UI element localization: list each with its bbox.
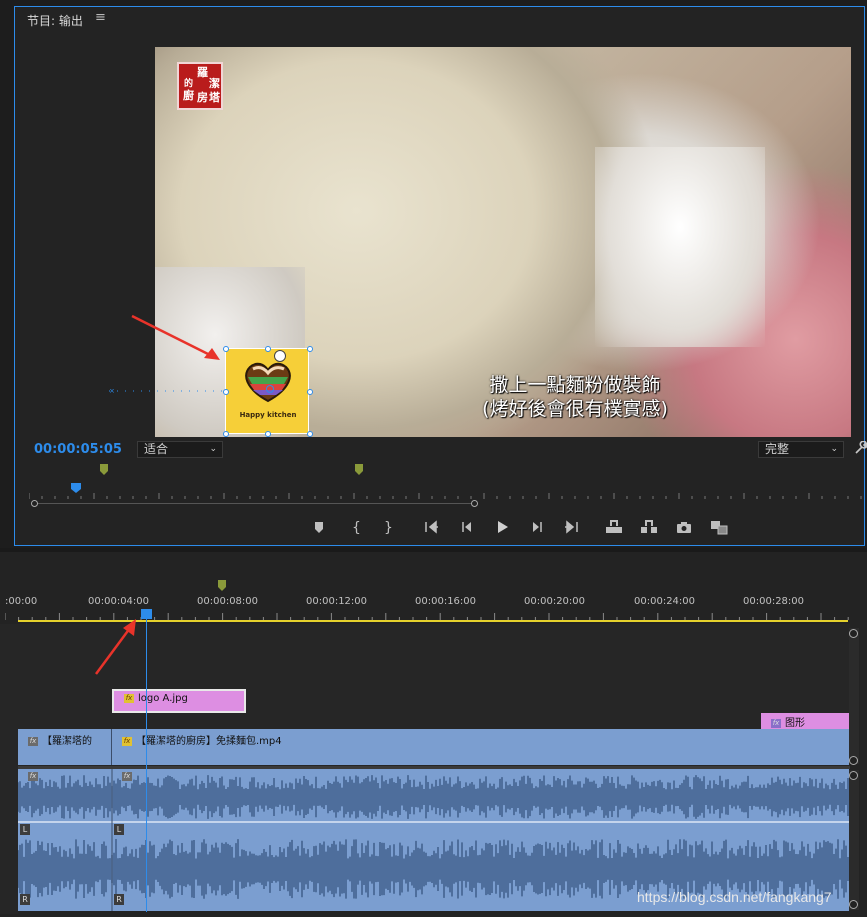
watermark-text: https://blog.csdn.net/fangkang7 [637,889,832,905]
scroll-handle[interactable] [849,756,858,765]
comparison-view-icon[interactable] [709,518,729,536]
ruler-time-label: 00:00:20:00 [524,596,586,607]
playhead-handle[interactable] [141,609,152,619]
parchment-paper-right [595,147,765,347]
subtitle-line-1: 撒上一點麵粉做裝飾 [489,374,661,396]
go-to-in-icon[interactable] [422,518,442,536]
track-v2[interactable] [0,713,850,730]
fx-badge-icon: fx [28,736,38,746]
scroll-handle[interactable] [849,900,858,909]
extract-icon[interactable] [639,518,659,536]
motion-path: × [109,389,227,393]
playback-resolution-value: 完整 [765,442,790,456]
annotation-arrow [94,619,136,675]
zoom-level-select[interactable]: 适合 ⌄ [137,441,223,458]
ruler-time-label: :00:00 [5,596,38,607]
export-frame-icon[interactable] [674,518,694,536]
marker-icon[interactable] [354,464,364,476]
clip-name: 【羅潔塔的廚房】免揉麵包.mp4 [136,736,282,747]
channel-label-right: R [20,894,30,905]
playhead-timecode[interactable]: 00:00:05:05 [34,442,122,457]
scroll-handle[interactable] [849,629,858,638]
anchor-point[interactable] [266,385,274,393]
go-to-out-icon[interactable] [561,518,581,536]
ruler-time-label: 00:00:28:00 [743,596,805,607]
chevron-down-icon: ⌄ [830,444,838,454]
playhead-line[interactable] [146,615,147,912]
clip-logo-image[interactable]: fx logo A.jpg [112,689,246,713]
transform-handle[interactable] [265,431,271,437]
transform-handle[interactable] [265,346,271,352]
panel-title[interactable]: 节目: 输出 [27,12,83,29]
channel-label-right: R [114,894,124,905]
ruler-time-label: 00:00:24:00 [634,596,696,607]
mark-out-icon[interactable]: } [377,518,397,536]
seal-char: 塔 [209,91,220,104]
channel-label-left: L [20,824,30,835]
zoom-level-value: 适合 [144,442,169,456]
scrollbar-handle-left[interactable] [31,500,38,507]
annotation-arrow [131,314,220,360]
track-header-gutter [0,624,18,914]
ruler-time-label: 00:00:08:00 [197,596,259,607]
clip-name: 图形 [785,718,805,729]
mark-in-icon[interactable]: { [345,518,365,536]
transform-handle[interactable] [223,431,229,437]
ruler-time-label: 00:00:04:00 [88,596,150,607]
fx-badge-icon: fx [771,718,781,728]
ruler-time-label: 00:00:12:00 [306,596,368,607]
clip-name: 【羅潔塔的 [42,736,92,747]
clip-video-main[interactable]: fx 【羅潔塔的廚房】免揉麵包.mp4 [112,729,849,765]
fx-badge-icon: fx [124,693,134,703]
lift-icon[interactable] [604,518,624,536]
play-icon[interactable] [492,518,512,536]
step-back-icon[interactable] [457,518,477,536]
logo-caption: Happy kitchen [239,411,297,419]
monitor-zoom-scrollbar[interactable] [31,500,478,507]
cake-heart-icon [245,362,291,403]
scrollbar-handle-right[interactable] [471,500,478,507]
transform-handle[interactable] [307,431,313,437]
scroll-handle[interactable] [849,771,858,780]
seal-char: 廚 [183,89,194,102]
add-marker-icon[interactable] [309,518,329,536]
fx-badge-icon: fx [28,772,38,781]
subtitle-line-2: (烤好後會很有樸實感) [482,398,668,420]
transform-handle[interactable] [307,389,313,395]
marker-icon[interactable] [99,464,109,476]
monitor-time-ruler[interactable] [29,477,867,501]
wrench-icon[interactable] [854,441,867,455]
seal-char: 潔 [209,77,220,90]
panel-menu-icon[interactable]: ≡ [95,10,106,25]
seal-char: 房 [197,91,208,104]
video-tracks-scrollbar[interactable] [849,628,859,764]
svg-text:×: × [109,389,115,393]
playback-resolution-select[interactable]: 完整 ⌄ [758,441,844,458]
step-forward-icon[interactable] [527,518,547,536]
rotation-handle[interactable] [274,350,286,362]
fx-badge-icon: fx [122,736,132,746]
sequence-marker-icon[interactable] [217,580,227,592]
clip-video-part1[interactable]: fx 【羅潔塔的 [18,729,112,765]
svg-text:}: } [384,520,393,536]
svg-text:{: { [352,520,361,536]
clip-graphic[interactable]: fx 图形 [761,713,849,730]
work-area-bar[interactable] [18,620,848,622]
ruler-time-label: 00:00:16:00 [415,596,477,607]
fx-badge-icon: fx [122,772,132,781]
happy-kitchen-logo-overlay[interactable]: Happy kitchen [223,346,313,437]
program-monitor-panel: 节目: 输出 ≡ 羅 潔 塔 的 廚 房 撒上一點麵粉做裝飾 (烤好後會很有樸實… [14,6,867,546]
transform-handle[interactable] [307,346,313,352]
audio-tracks-scrollbar[interactable] [849,770,859,910]
channel-label-left: L [114,824,124,835]
chevron-down-icon: ⌄ [209,444,217,454]
brand-seal-logo: 羅 潔 塔 的 廚 房 [177,62,223,110]
